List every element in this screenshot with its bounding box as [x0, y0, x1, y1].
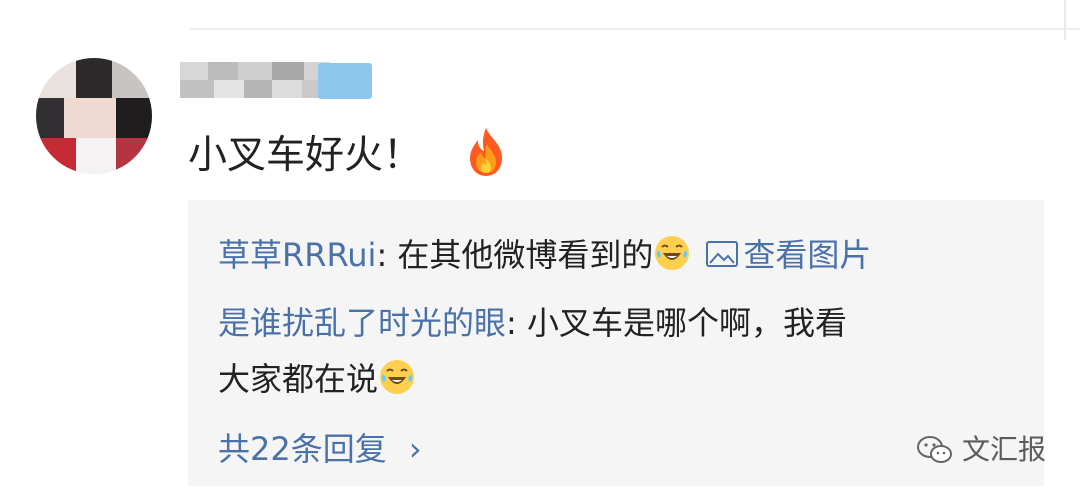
comment-text: 小叉车好火！: [188, 133, 423, 178]
fire-icon: [470, 128, 502, 176]
more-replies-label: 共22条回复: [218, 430, 387, 468]
reply-text: : 小叉车是哪个啊，我看: [506, 304, 847, 342]
top-divider: [190, 28, 1080, 30]
reply-item[interactable]: 是谁扰乱了时光的眼: 小叉车是哪个啊，我看: [218, 301, 847, 345]
wechat-icon: [916, 436, 952, 463]
reply-text: 大家都在说: [218, 360, 379, 398]
user-name-blurred[interactable]: [180, 62, 330, 100]
right-divider: [1064, 0, 1066, 40]
laughing-crying-emoji-icon: [380, 360, 415, 394]
source-watermark: 文汇报: [916, 430, 1046, 470]
image-icon: [706, 241, 739, 267]
reply-text: : 在其他微博看到的: [376, 236, 654, 274]
more-replies-link[interactable]: 共22条回复 ›: [218, 427, 422, 471]
reply-user-name[interactable]: 是谁扰乱了时光的眼: [218, 304, 506, 342]
avatar[interactable]: [36, 58, 152, 174]
reply-user-name[interactable]: 草草RRRui: [218, 236, 376, 274]
view-image-label: 查看图片: [743, 236, 872, 274]
watermark-text: 文汇报: [961, 433, 1046, 466]
laughing-crying-emoji-icon: [655, 236, 690, 270]
user-badge: [318, 63, 372, 99]
view-image-link[interactable]: 查看图片: [705, 236, 871, 274]
reply-text-continuation: 大家都在说: [218, 357, 415, 401]
reply-item[interactable]: 草草RRRui: 在其他微博看到的 查看图片: [218, 233, 871, 277]
weibo-comment-screen: 小叉车好火！ 草草RRRui: 在其他微博看到的 查看图片 是谁扰乱了时光的眼:…: [0, 0, 1080, 501]
chevron-right-icon: ›: [408, 430, 422, 468]
